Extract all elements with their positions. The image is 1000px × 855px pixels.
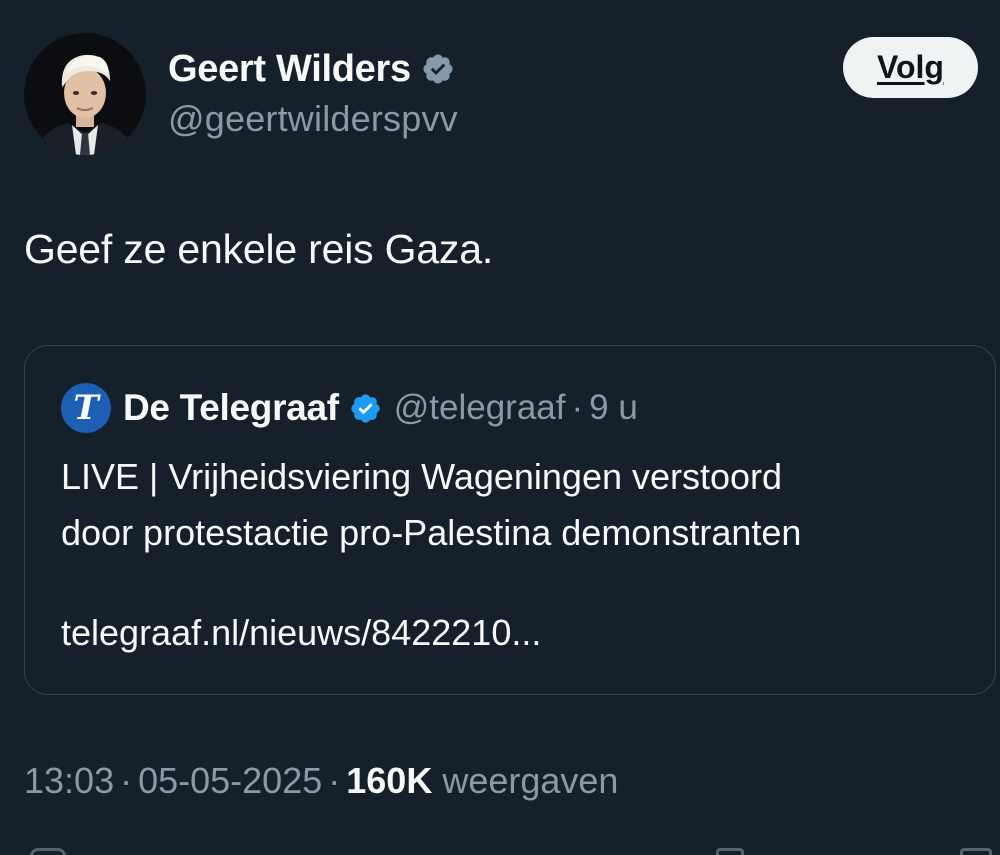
tweet-detail: Geert Wilders @geertwilderspvv Volg Geef… xyxy=(0,0,1000,855)
quoted-tweet-text: LIVE | Vrijheidsviering Wageningen verst… xyxy=(61,449,971,561)
tweet-date[interactable]: 05-05-2025 xyxy=(138,760,322,801)
quoted-tweet-header: T De Telegraaf @telegraaf · 9 u xyxy=(61,382,638,434)
share-icon[interactable] xyxy=(960,848,992,855)
follow-button[interactable]: Volg xyxy=(843,37,978,98)
action-bar xyxy=(0,838,1000,855)
author-block: Geert Wilders @geertwilderspvv xyxy=(168,44,458,140)
author-name-row: Geert Wilders xyxy=(168,44,458,94)
quoted-author-name[interactable]: De Telegraaf xyxy=(123,387,339,429)
tweet-time[interactable]: 13:03 xyxy=(24,760,114,801)
quoted-timestamp[interactable]: 9 u xyxy=(589,388,638,428)
bookmark-icon[interactable] xyxy=(716,848,744,855)
avatar-portrait-image xyxy=(24,33,146,155)
author-avatar[interactable] xyxy=(24,33,146,155)
tweet-meta: 13:03 · 05-05-2025 · 160K weergaven xyxy=(24,760,618,802)
verified-blue-icon[interactable] xyxy=(349,392,382,425)
meta-separator: · xyxy=(328,760,341,801)
quoted-text-line-1: LIVE | Vrijheidsviering Wageningen verst… xyxy=(61,456,783,497)
quoted-separator: · xyxy=(571,388,584,427)
author-display-name[interactable]: Geert Wilders xyxy=(168,48,411,91)
quoted-tweet-card[interactable]: T De Telegraaf @telegraaf · 9 u LIVE | V… xyxy=(24,345,996,695)
author-handle[interactable]: @geertwilderspvv xyxy=(168,98,458,140)
tweet-text: Geef ze enkele reis Gaza. xyxy=(24,226,494,272)
views-label: weergaven xyxy=(442,760,619,801)
quoted-author-handle[interactable]: @telegraaf xyxy=(394,388,566,428)
views-count: 160K xyxy=(346,760,433,801)
telegraaf-logo-icon[interactable]: T xyxy=(61,383,111,433)
reply-icon[interactable] xyxy=(30,848,66,855)
quoted-tweet-link[interactable]: telegraaf.nl/nieuws/8422210... xyxy=(61,612,541,654)
meta-separator: · xyxy=(120,760,133,801)
verified-grey-icon[interactable] xyxy=(421,52,455,86)
quoted-text-line-2: door protestactie pro-Palestina demonstr… xyxy=(61,512,802,553)
